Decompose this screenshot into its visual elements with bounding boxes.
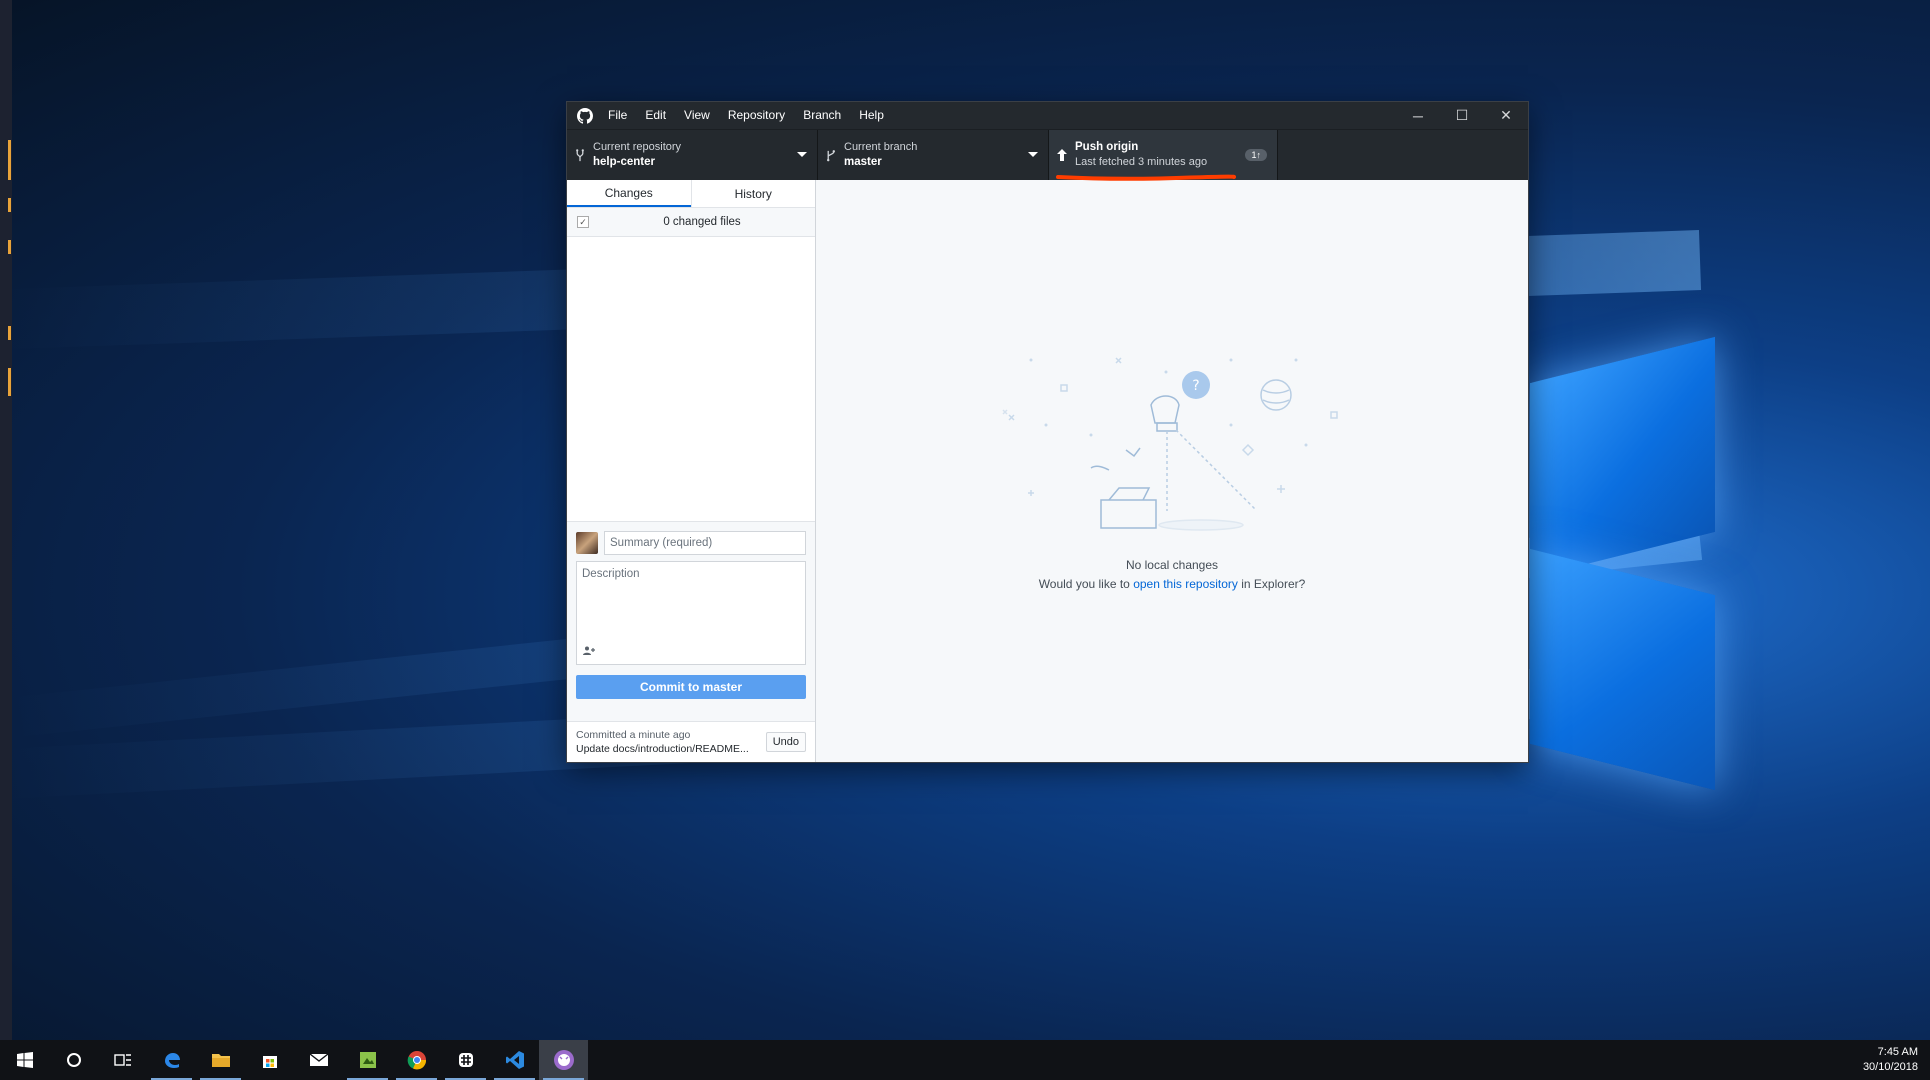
summary-input[interactable]: Summary (required) (604, 531, 806, 555)
current-branch-label: Current branch (844, 141, 918, 153)
last-commit-panel: Committed a minute ago Update docs/intro… (567, 721, 815, 762)
current-repository-label: Current repository (593, 141, 682, 153)
changed-files-count: 0 changed files (663, 216, 741, 228)
menu-view[interactable]: View (675, 102, 719, 129)
vscode-icon[interactable] (490, 1040, 539, 1080)
slack-icon[interactable] (441, 1040, 490, 1080)
chevron-down-icon (1028, 152, 1038, 157)
file-list (567, 237, 815, 521)
commit-form: Summary (required) Description Commit to… (567, 521, 815, 721)
maximize-button[interactable]: ☐ (1440, 102, 1484, 129)
current-repository-dropdown[interactable]: Current repository help-center (567, 130, 818, 180)
edge-icon[interactable] (147, 1040, 196, 1080)
commit-button[interactable]: Commit to master (576, 675, 806, 699)
current-branch-dropdown[interactable]: Current branch master (818, 130, 1049, 180)
store-icon[interactable] (245, 1040, 294, 1080)
menu-edit[interactable]: Edit (636, 102, 675, 129)
tab-changes[interactable]: Changes (567, 180, 691, 207)
changed-files-header: ✓ 0 changed files (567, 208, 815, 237)
current-branch-value: master (844, 156, 882, 168)
arrow-up-icon (1049, 149, 1075, 161)
cortana-icon[interactable] (49, 1040, 98, 1080)
github-logo-icon (571, 102, 599, 129)
left-edge-mark (8, 140, 11, 180)
avatar (576, 532, 598, 554)
minimize-button[interactable]: ─ (1396, 102, 1440, 129)
mail-icon[interactable] (294, 1040, 343, 1080)
no-changes-title: No local changes (1125, 558, 1219, 572)
close-button[interactable]: ✕ (1484, 102, 1528, 129)
repo-icon (567, 148, 593, 162)
tab-history[interactable]: History (690, 180, 816, 207)
last-fetched-text: Last fetched 3 minutes ago (1075, 156, 1208, 168)
left-edge-mark (8, 240, 11, 254)
toolbar: Current repository help-center Current b… (567, 129, 1528, 180)
last-commit-time: Committed a minute ago (576, 729, 691, 741)
menu-branch[interactable]: Branch (794, 102, 850, 129)
start-icon[interactable] (0, 1040, 49, 1080)
branch-icon (818, 149, 844, 162)
clock-date: 30/10/2018 (1862, 1061, 1918, 1073)
system-clock[interactable]: 7:45 AM 30/10/2018 (1863, 1045, 1918, 1075)
app-body: Changes History ✓ 0 changed files Summar… (567, 180, 1528, 762)
menu-help[interactable]: Help (850, 102, 893, 129)
push-origin-label: Push origin (1075, 141, 1139, 153)
left-edge-mark (8, 326, 11, 340)
description-field[interactable]: Description (576, 561, 806, 665)
add-coauthor-icon[interactable] (583, 646, 595, 658)
sidebar: Changes History ✓ 0 changed files Summar… (567, 180, 816, 762)
no-changes-illustration: ? (1002, 357, 1338, 531)
title-bar: File Edit View Repository Branch Help ─ … (567, 102, 1528, 129)
description-placeholder: Description (582, 568, 640, 580)
explorer-prompt-suffix: in Explorer? (1237, 577, 1306, 591)
last-commit-message: Update docs/introduction/README... (576, 743, 749, 755)
chrome-icon[interactable] (392, 1040, 441, 1080)
svg-text:?: ? (1192, 378, 1199, 394)
open-repository-link[interactable]: open this repository (1133, 577, 1238, 591)
chevron-down-icon (797, 152, 807, 157)
annotation-underline (1056, 174, 1236, 181)
clock-time: 7:45 AM (1877, 1046, 1918, 1058)
explorer-prompt-prefix: Would you like to (1038, 577, 1134, 591)
menu-repository[interactable]: Repository (719, 102, 794, 129)
left-edge-mark (8, 198, 11, 212)
current-repository-value: help-center (593, 156, 655, 168)
app-icon[interactable] (343, 1040, 392, 1080)
task-view-icon[interactable] (98, 1040, 147, 1080)
github-desktop-window: File Edit View Repository Branch Help ─ … (567, 102, 1528, 762)
windows-logo-pane (1530, 548, 1715, 791)
select-all-checkbox[interactable]: ✓ (577, 216, 589, 228)
left-edge-mark (8, 368, 11, 396)
sidebar-tabs: Changes History (567, 180, 815, 208)
github-desktop-icon[interactable] (539, 1040, 588, 1080)
no-changes-message: No local changes Would you like to open … (816, 556, 1528, 594)
menu-file[interactable]: File (599, 102, 636, 129)
file-explorer-icon[interactable] (196, 1040, 245, 1080)
window-controls: ─ ☐ ✕ (1396, 102, 1528, 129)
ahead-count-badge: 1↑ (1245, 149, 1267, 161)
undo-button[interactable]: Undo (765, 732, 806, 752)
menu-bar: File Edit View Repository Branch Help (599, 102, 893, 129)
main-panel: ? No local changes Would you like to ope… (816, 180, 1528, 762)
taskbar: 7:45 AM 30/10/2018 (0, 1040, 1930, 1080)
